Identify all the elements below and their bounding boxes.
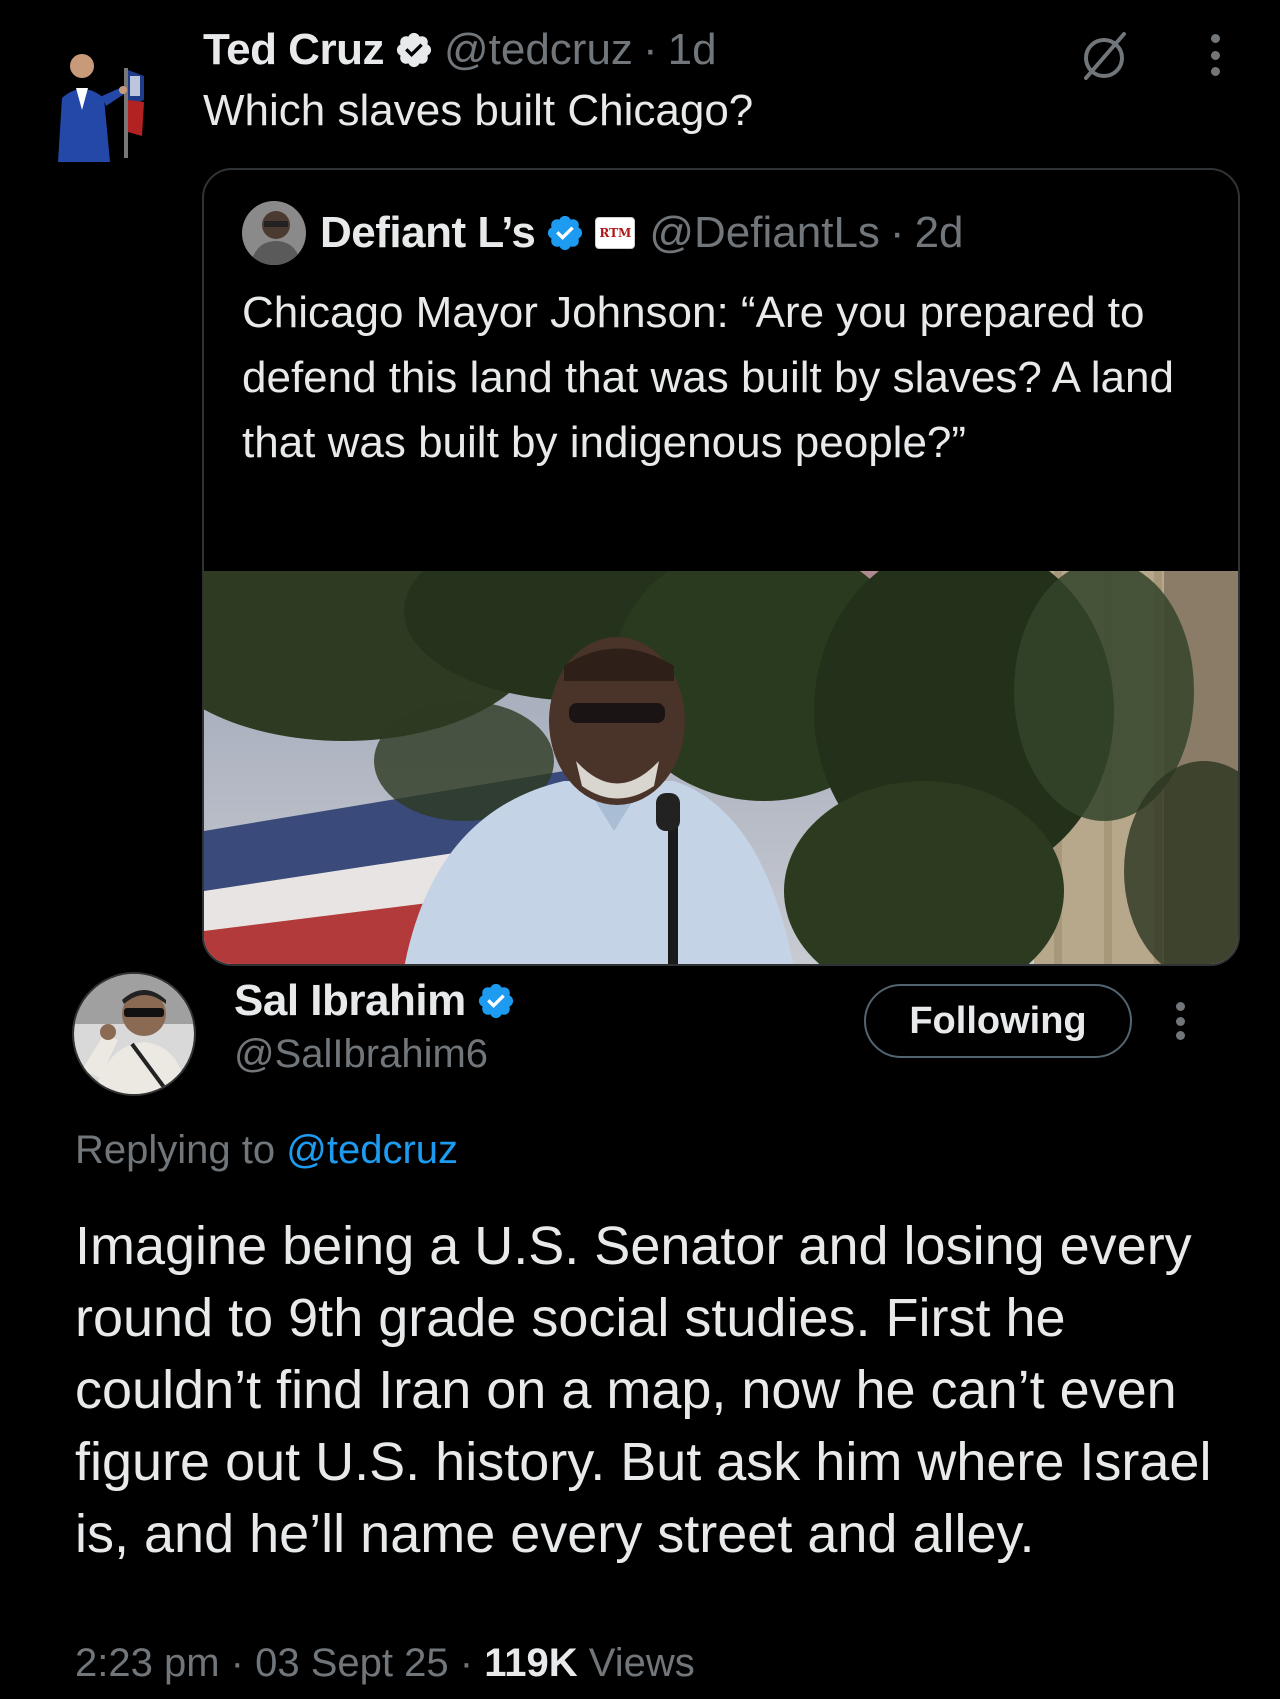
following-button[interactable]: Following bbox=[864, 984, 1132, 1058]
reply-time[interactable]: 2:23 pm bbox=[75, 1641, 220, 1685]
quoted-tweet-card[interactable]: Defiant L’s RTM @DefiantLs · 2d Chicago … bbox=[202, 168, 1240, 966]
reply-author-name-text[interactable]: Sal Ibrahim bbox=[234, 976, 466, 1026]
parent-author-avatar[interactable] bbox=[44, 40, 156, 162]
views-count[interactable]: 119K bbox=[484, 1641, 577, 1685]
more-vertical-icon[interactable] bbox=[1205, 34, 1225, 76]
views-label: Views bbox=[588, 1641, 695, 1685]
reply-author-name[interactable]: Sal Ibrahim bbox=[234, 976, 526, 1026]
quoted-tweet-header: Defiant L’s RTM @DefiantLs · 2d bbox=[242, 201, 964, 265]
quoted-author-avatar[interactable] bbox=[242, 201, 306, 265]
quoted-tweet-video[interactable] bbox=[204, 521, 1238, 964]
meta-separator: · bbox=[459, 1641, 474, 1685]
grok-icon[interactable] bbox=[1076, 28, 1132, 84]
quoted-author-handle: @DefiantLs bbox=[649, 208, 880, 257]
more-vertical-icon[interactable] bbox=[1170, 1002, 1190, 1040]
meta-separator: · bbox=[230, 1641, 244, 1685]
parent-author-name[interactable]: Ted Cruz bbox=[203, 25, 384, 75]
verified-badge-icon bbox=[476, 981, 516, 1021]
verified-badge-icon bbox=[545, 213, 585, 253]
parent-timestamp[interactable]: 1d bbox=[668, 25, 717, 75]
replying-to-label: Replying to bbox=[75, 1128, 276, 1172]
parent-author-handle[interactable]: @tedcruz bbox=[444, 25, 633, 75]
quoted-timestamp: 2d bbox=[914, 208, 964, 257]
replying-to: Replying to @tedcruz bbox=[75, 1128, 458, 1173]
quoted-author-name[interactable]: Defiant L’s bbox=[320, 208, 536, 258]
parent-tweet-header: Ted Cruz @tedcruz · 1d bbox=[203, 22, 717, 78]
reply-meta: 2:23 pm · 03 Sept 25 · 119K Views bbox=[75, 1641, 695, 1686]
reply-author-handle[interactable]: @SalIbrahim6 bbox=[234, 1032, 488, 1077]
reply-date[interactable]: 03 Sept 25 bbox=[255, 1641, 449, 1685]
meta-separator: · bbox=[889, 208, 905, 257]
affiliate-badge[interactable]: RTM bbox=[595, 217, 636, 249]
reply-author-avatar[interactable] bbox=[72, 972, 196, 1096]
quoted-tweet-text: Chicago Mayor Johnson: “Are you prepared… bbox=[242, 288, 1174, 467]
meta-separator: · bbox=[642, 25, 658, 74]
reply-tweet-text: Imagine being a U.S. Senator and losing … bbox=[75, 1216, 1212, 1564]
replying-to-mention[interactable]: @tedcruz bbox=[286, 1128, 458, 1172]
parent-tweet-text: Which slaves built Chicago? bbox=[203, 86, 754, 135]
verified-badge-icon bbox=[394, 30, 434, 70]
